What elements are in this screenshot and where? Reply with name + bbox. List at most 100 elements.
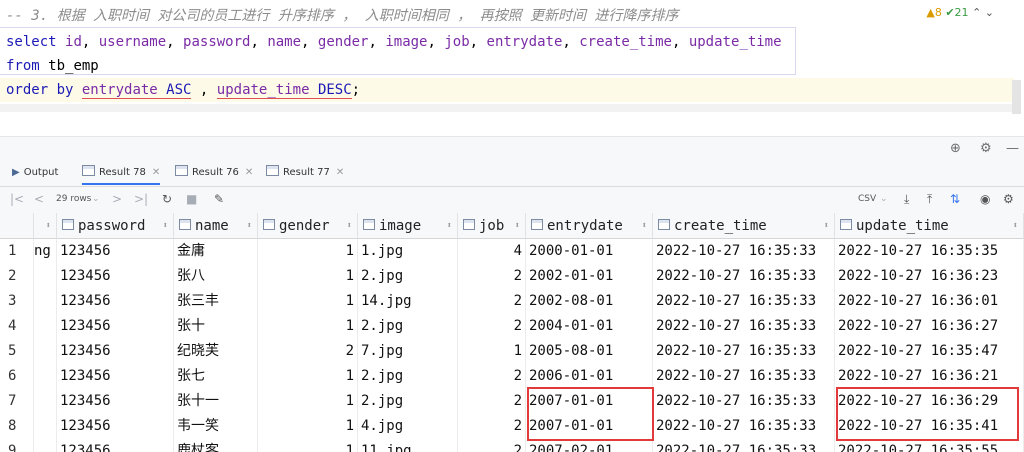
close-icon[interactable]: ✕ xyxy=(245,167,253,178)
close-icon[interactable]: ✕ xyxy=(336,167,344,178)
inspection-widget[interactable]: ▲8 ✔21 ⌃ ⌄ xyxy=(926,6,994,19)
sort-icon[interactable]: ⬍ xyxy=(515,213,520,239)
sort-icon[interactable]: ⬍ xyxy=(163,213,168,239)
column-header-name[interactable]: name ⬍ xyxy=(174,213,258,239)
tab-output[interactable]: ▶ Output xyxy=(12,160,58,185)
table-cell-job[interactable]: 2 xyxy=(458,364,526,389)
table-cell-name[interactable]: 张十 xyxy=(174,314,258,339)
table-cell-gender[interactable]: 2 xyxy=(258,339,358,364)
sort-icon[interactable]: ⬍ xyxy=(824,213,829,239)
row-number[interactable]: 5 xyxy=(0,339,34,364)
table-cell-update-time[interactable]: 2022-10-27 16:36:21 xyxy=(835,364,1024,389)
column-header-image[interactable]: image ⬍ xyxy=(358,213,458,239)
table-cell-name[interactable]: 韦一笑 xyxy=(174,414,258,439)
table-cell-create-time[interactable]: 2022-10-27 16:35:33 xyxy=(653,439,835,452)
row-number[interactable]: 9 xyxy=(0,439,34,452)
table-cell-entrydate[interactable]: 2006-01-01 xyxy=(526,364,653,389)
row-number[interactable]: 8 xyxy=(0,414,34,439)
table-cell-update-time[interactable]: 2022-10-27 16:36:01 xyxy=(835,289,1024,314)
table-cell-name[interactable]: 张十一 xyxy=(174,389,258,414)
editor-scrollbar[interactable] xyxy=(1012,80,1021,114)
table-cell-image[interactable]: 2.jpg xyxy=(358,364,458,389)
row-number[interactable]: 3 xyxy=(0,289,34,314)
chevron-down-icon[interactable]: ⌄ xyxy=(880,194,888,204)
table-cell-gender[interactable]: 1 xyxy=(258,289,358,314)
table-cell-username[interactable] xyxy=(34,414,57,439)
table-cell-name[interactable]: 张三丰 xyxy=(174,289,258,314)
table-cell-gender[interactable]: 1 xyxy=(258,439,358,452)
table-cell-password[interactable]: 123456 xyxy=(57,339,174,364)
table-cell-username[interactable]: ng xyxy=(34,239,57,264)
table-cell-username[interactable] xyxy=(34,364,57,389)
chevron-up-icon[interactable]: ⌃ xyxy=(972,6,981,19)
table-cell-create-time[interactable]: 2022-10-27 16:35:33 xyxy=(653,339,835,364)
first-page-icon[interactable]: |< xyxy=(10,192,24,206)
table-cell-create-time[interactable]: 2022-10-27 16:35:33 xyxy=(653,314,835,339)
table-cell-password[interactable]: 123456 xyxy=(57,289,174,314)
gear-icon[interactable]: ⚙ xyxy=(980,141,992,156)
table-cell-image[interactable]: 1.jpg xyxy=(358,239,458,264)
table-cell-gender[interactable]: 1 xyxy=(258,239,358,264)
table-cell-gender[interactable]: 1 xyxy=(258,264,358,289)
table-cell-username[interactable] xyxy=(34,264,57,289)
compare-icon[interactable]: ⇅ xyxy=(950,192,960,206)
table-cell-entrydate[interactable]: 2000-01-01 xyxy=(526,239,653,264)
sort-icon[interactable]: ⬍ xyxy=(1013,213,1018,239)
table-cell-password[interactable]: 123456 xyxy=(57,239,174,264)
chevron-down-icon[interactable]: ⌄ xyxy=(92,194,100,204)
stop-icon[interactable]: ■ xyxy=(186,192,197,206)
table-cell-job[interactable]: 2 xyxy=(458,264,526,289)
table-cell-create-time[interactable]: 2022-10-27 16:35:33 xyxy=(653,414,835,439)
prev-page-icon[interactable]: < xyxy=(34,192,44,206)
table-cell-job[interactable]: 2 xyxy=(458,439,526,452)
table-cell-image[interactable]: 2.jpg xyxy=(358,314,458,339)
table-cell-username[interactable] xyxy=(34,314,57,339)
last-page-icon[interactable]: >| xyxy=(134,192,148,206)
table-cell-password[interactable]: 123456 xyxy=(57,314,174,339)
table-cell-password[interactable]: 123456 xyxy=(57,389,174,414)
sql-editor[interactable]: -- 3. 根据 入职时间 对公司的员工进行 升序排序 ， 入职时间相同 ， 再… xyxy=(0,0,1024,114)
table-cell-job[interactable]: 4 xyxy=(458,239,526,264)
column-header-entrydate[interactable]: entrydate ⬍ xyxy=(526,213,653,239)
column-header-gender[interactable]: gender ⬍ xyxy=(258,213,358,239)
refresh-icon[interactable]: ↻ xyxy=(162,192,172,206)
table-cell-create-time[interactable]: 2022-10-27 16:35:33 xyxy=(653,289,835,314)
settings-icon[interactable]: ⚙ xyxy=(1003,192,1014,206)
sort-icon[interactable]: ⬍ xyxy=(46,213,51,239)
sort-icon[interactable]: ⬍ xyxy=(247,213,252,239)
column-header-job[interactable]: job ⬍ xyxy=(458,213,526,239)
table-cell-image[interactable]: 4.jpg xyxy=(358,414,458,439)
editor-horizontal-scrollbar[interactable] xyxy=(0,104,1012,112)
next-page-icon[interactable]: > xyxy=(112,192,122,206)
export-format[interactable]: CSV xyxy=(858,194,876,204)
table-cell-username[interactable] xyxy=(34,389,57,414)
sort-icon[interactable]: ⬍ xyxy=(447,213,452,239)
table-cell-create-time[interactable]: 2022-10-27 16:35:33 xyxy=(653,364,835,389)
tab-result-76[interactable]: Result 76 ✕ xyxy=(175,160,253,185)
table-cell-entrydate[interactable]: 2004-01-01 xyxy=(526,314,653,339)
table-cell-entrydate[interactable]: 2002-08-01 xyxy=(526,289,653,314)
table-cell-image[interactable]: 2.jpg xyxy=(358,264,458,289)
upload-icon[interactable]: ⤒ xyxy=(927,192,932,207)
tab-result-78[interactable]: Result 78 ✕ xyxy=(82,160,161,185)
row-number[interactable]: 7 xyxy=(0,389,34,414)
table-cell-update-time[interactable]: 2022-10-27 16:36:27 xyxy=(835,314,1024,339)
table-cell-job[interactable]: 2 xyxy=(458,314,526,339)
table-cell-create-time[interactable]: 2022-10-27 16:35:33 xyxy=(653,239,835,264)
close-icon[interactable]: ✕ xyxy=(152,167,160,178)
table-cell-username[interactable] xyxy=(34,339,57,364)
table-cell-name[interactable]: 鹿杖客 xyxy=(174,439,258,452)
column-header-create-time[interactable]: create_time ⬍ xyxy=(653,213,835,239)
pin-icon[interactable]: ✎ xyxy=(214,192,224,206)
table-cell-name[interactable]: 金庸 xyxy=(174,239,258,264)
table-cell-name[interactable]: 张八 xyxy=(174,264,258,289)
table-cell-gender[interactable]: 1 xyxy=(258,314,358,339)
table-cell-job[interactable]: 2 xyxy=(458,414,526,439)
minimize-icon[interactable]: — xyxy=(1006,141,1019,156)
table-cell-create-time[interactable]: 2022-10-27 16:35:33 xyxy=(653,389,835,414)
table-cell-image[interactable]: 14.jpg xyxy=(358,289,458,314)
row-count[interactable]: 29 rows xyxy=(56,194,91,204)
sort-icon[interactable]: ⬍ xyxy=(347,213,352,239)
table-cell-password[interactable]: 123456 xyxy=(57,364,174,389)
table-cell-job[interactable]: 1 xyxy=(458,339,526,364)
